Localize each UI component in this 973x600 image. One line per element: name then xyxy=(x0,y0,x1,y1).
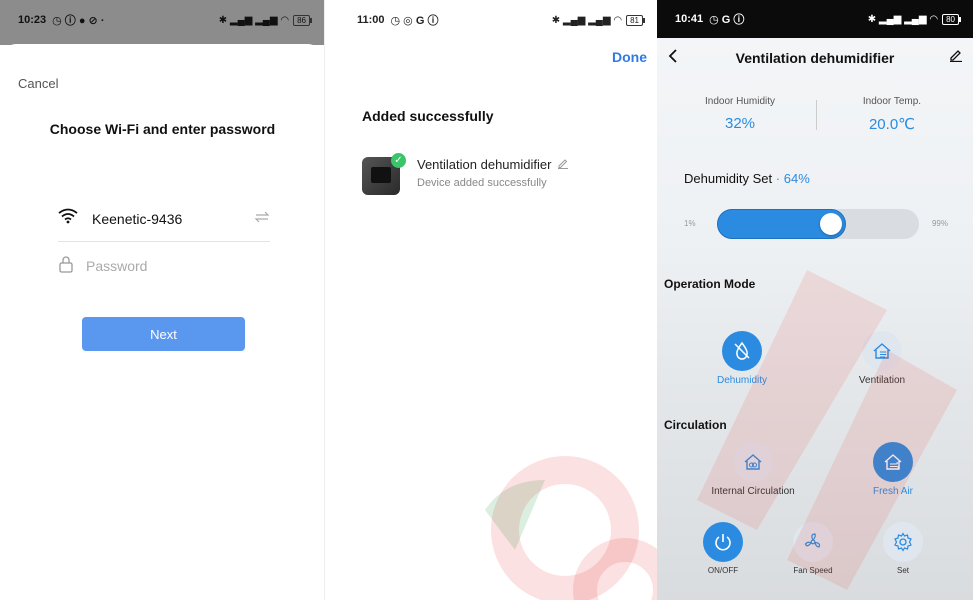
notification-icons: ◷ G ⓘ xyxy=(709,14,745,26)
notification-icons: ◷ ◎ G ⓘ xyxy=(390,15,439,27)
setpoint-label: Dehumidity Set xyxy=(684,171,773,186)
circulation-heading: Circulation xyxy=(664,418,727,432)
dimmed-background: 10:23 ◷ ⓘ ● ⊘ · ✱ ▂▄▆ ▂▄▆ ◠ 86 xyxy=(0,0,324,45)
fresh-air-button[interactable]: Fresh Air xyxy=(848,442,938,497)
wifi-network-row[interactable]: Keenetic-9436 xyxy=(58,196,270,242)
humidity-label: Indoor Humidity xyxy=(704,96,776,107)
signal-icons: ✱ ▂▄▆ ▂▄▆ ◠ xyxy=(551,14,623,26)
page-title: Ventilation dehumidifier xyxy=(735,50,895,66)
edit-icon[interactable] xyxy=(949,48,963,67)
lock-icon xyxy=(58,255,74,278)
setpoint-separator: · xyxy=(775,171,781,186)
temperature-value: 20.0℃ xyxy=(868,116,916,133)
wifi-ssid: Keenetic-9436 xyxy=(92,210,183,227)
signal-icons: ✱ ▂▄▆ ▂▄▆ ◠ xyxy=(867,13,939,25)
mode-dehumidity[interactable]: Dehumidity xyxy=(697,331,787,386)
house-cycle-icon xyxy=(733,442,773,482)
fan-speed-label: Fan Speed xyxy=(793,566,833,575)
device-name: Ventilation dehumidifier xyxy=(417,157,552,172)
settings-label: Set xyxy=(896,566,909,575)
status-time: 10:41 xyxy=(675,13,704,25)
back-icon[interactable] xyxy=(667,48,679,69)
password-row xyxy=(58,250,270,282)
humidity-slider[interactable] xyxy=(717,209,919,239)
temperature-label: Indoor Temp. xyxy=(862,96,922,107)
mode-ventilation-label: Ventilation xyxy=(858,375,906,386)
added-successfully-screen: 11:00 ◷ ◎ G ⓘ ✱ ▂▄▆ ▂▄▆ ◠ 81 Done Added su… xyxy=(325,0,657,600)
notification-icons: ◷ ⓘ ● ⊘ · xyxy=(52,15,105,27)
internal-circulation-label: Internal Circulation xyxy=(711,486,795,497)
mode-dehumidity-label: Dehumidity xyxy=(716,375,768,386)
slider-max-label: 99% xyxy=(931,219,948,228)
power-button[interactable]: ON/OFF xyxy=(678,522,768,575)
house-air-icon xyxy=(873,442,913,482)
fan-icon xyxy=(793,522,833,562)
device-thumbnail: ✓ xyxy=(362,153,406,195)
power-icon xyxy=(703,522,743,562)
power-label: ON/OFF xyxy=(707,566,739,575)
slider-thumb[interactable] xyxy=(820,213,842,235)
status-bar: 10:41 ◷ G ⓘ ✱ ▂▄▆ ▂▄▆ ◠ 80 xyxy=(657,0,973,38)
password-input[interactable] xyxy=(86,258,256,274)
battery-icon: 81 xyxy=(626,14,645,26)
done-button[interactable]: Done xyxy=(612,49,647,65)
status-bar: 10:23 ◷ ⓘ ● ⊘ · ✱ ▂▄▆ ▂▄▆ ◠ 86 xyxy=(0,0,324,40)
status-bar: 11:00 ◷ ◎ G ⓘ ✱ ▂▄▆ ▂▄▆ ◠ 81 xyxy=(325,0,657,40)
fan-speed-button[interactable]: Fan Speed xyxy=(768,522,858,575)
settings-button[interactable]: Set xyxy=(858,522,948,575)
status-time: 11:00 xyxy=(357,14,385,26)
page-title: Added successfully xyxy=(362,108,494,124)
battery-icon: 80 xyxy=(942,13,961,25)
droplet-off-icon xyxy=(722,331,762,371)
device-row[interactable]: ✓ Ventilation dehumidifier Device added … xyxy=(362,153,569,195)
cancel-button[interactable]: Cancel xyxy=(18,76,58,91)
wifi-setup-screen: 10:23 ◷ ⓘ ● ⊘ · ✱ ▂▄▆ ▂▄▆ ◠ 86 Cancel Choo… xyxy=(0,0,325,600)
mode-ventilation[interactable]: Ventilation xyxy=(837,331,927,386)
title-bar: Ventilation dehumidifier xyxy=(657,38,973,78)
switch-network-icon[interactable] xyxy=(254,210,270,228)
gear-icon xyxy=(883,522,923,562)
operation-mode-heading: Operation Mode xyxy=(664,277,756,291)
status-time: 10:23 xyxy=(18,14,47,26)
device-status-text: Device added successfully xyxy=(417,177,547,189)
house-vent-icon xyxy=(862,331,902,371)
setpoint-value: 64% xyxy=(783,171,810,186)
edit-name-icon[interactable] xyxy=(557,157,569,172)
watermark-logo xyxy=(485,456,657,600)
humidity-value: 32% xyxy=(724,115,756,132)
next-button[interactable]: Next xyxy=(82,317,245,351)
dehumidity-setpoint: Dehumidity Set · 64% xyxy=(684,171,810,186)
signal-icons: ✱ ▂▄▆ ▂▄▆ ◠ xyxy=(218,14,290,26)
fresh-air-label: Fresh Air xyxy=(872,486,913,497)
page-title: Choose Wi-Fi and enter password xyxy=(49,121,276,137)
slider-min-label: 1% xyxy=(684,219,696,228)
humidity-stat: Indoor Humidity 32% xyxy=(680,96,800,132)
device-control-screen: 10:41 ◷ G ⓘ ✱ ▂▄▆ ▂▄▆ ◠ 80 Ventilation deh… xyxy=(657,0,973,600)
temperature-stat: Indoor Temp. 20.0℃ xyxy=(832,96,952,133)
check-icon: ✓ xyxy=(391,153,406,168)
battery-icon: 86 xyxy=(293,14,312,26)
wifi-icon xyxy=(58,208,78,229)
stat-divider xyxy=(816,100,817,130)
internal-circulation-button[interactable]: Internal Circulation xyxy=(708,442,798,497)
